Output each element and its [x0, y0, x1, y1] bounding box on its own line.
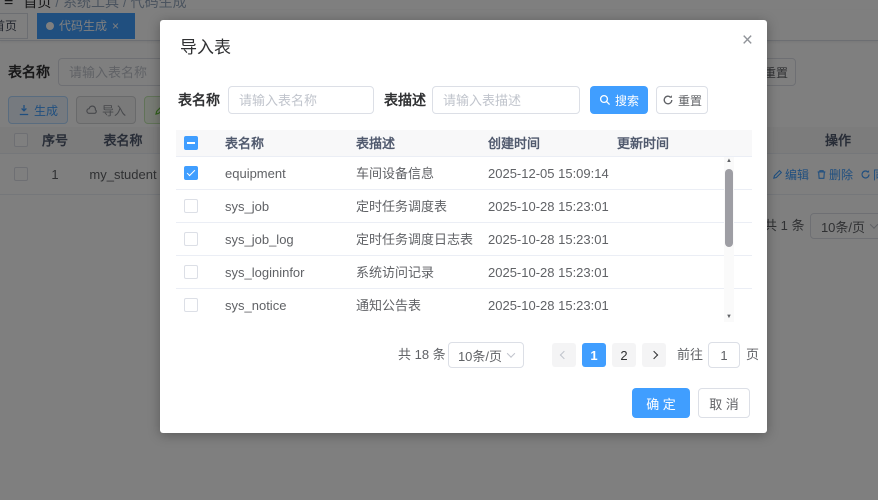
next-page-button[interactable]: [642, 343, 666, 367]
search-icon: [599, 94, 611, 106]
table-row[interactable]: sys_notice 通知公告表 2025-10-28 15:23:01: [176, 289, 752, 322]
goto-page-input[interactable]: [708, 342, 740, 368]
screen: ≡ 首页/系统工具/代码生成 首页 代码生成 × 表名称 重置 生成: [0, 0, 878, 500]
cell-created: 2025-12-05 15:09:14: [488, 166, 609, 181]
modal-table-name-input[interactable]: [228, 86, 374, 114]
goto-label: 前往: [677, 347, 704, 362]
page-size-select[interactable]: 10条/页: [448, 342, 524, 368]
search-label: 搜索: [614, 93, 639, 108]
dialog-title: 导入表: [180, 38, 231, 57]
cell-created: 2025-10-28 15:23:01: [488, 298, 609, 313]
cell-desc: 通知公告表: [356, 298, 422, 313]
modal-reset-label: 重置: [677, 93, 702, 108]
page-suffix-label: 页: [746, 347, 760, 362]
refresh-icon: [663, 94, 673, 105]
cell-created: 2025-10-28 15:23:01: [488, 199, 609, 214]
table-row[interactable]: equipment 车间设备信息 2025-12-05 15:09:14: [176, 157, 752, 190]
row-checkbox[interactable]: [184, 265, 198, 279]
header-name: 表名称: [225, 136, 265, 151]
scroll-up-icon[interactable]: ▲: [724, 157, 734, 166]
import-table-list: 表名称 表描述 创建时间 更新时间 equipment 车间设备信息 2025-…: [176, 130, 752, 322]
prev-page-button[interactable]: [552, 343, 576, 367]
modal-pagination: 共 18 条 10条/页 1 2 前往 页: [160, 342, 767, 368]
row-checkbox[interactable]: [184, 166, 198, 180]
confirm-button[interactable]: 确 定: [632, 388, 690, 418]
chevron-right-icon: [649, 350, 659, 360]
cell-name: equipment: [225, 166, 286, 181]
close-icon[interactable]: ×: [742, 28, 753, 55]
modal-table-name-label: 表名称: [178, 92, 220, 108]
row-checkbox[interactable]: [184, 199, 198, 213]
page-button-1[interactable]: 1: [582, 343, 606, 367]
row-checkbox[interactable]: [184, 232, 198, 246]
cell-desc: 定时任务调度日志表: [356, 232, 474, 247]
cell-name: sys_logininfor: [225, 265, 305, 280]
cell-desc: 定时任务调度表: [356, 199, 448, 214]
cell-created: 2025-10-28 15:23:01: [488, 232, 609, 247]
header-updated: 更新时间: [617, 136, 670, 151]
select-all-checkbox[interactable]: [184, 136, 198, 150]
modal-reset-button[interactable]: 重置: [656, 86, 708, 114]
cell-name: sys_job_log: [225, 232, 294, 247]
scroll-down-icon[interactable]: ▼: [724, 313, 734, 322]
cell-desc: 系统访问记录: [356, 265, 435, 280]
scrollbar-thumb[interactable]: [725, 169, 733, 247]
cell-created: 2025-10-28 15:23:01: [488, 265, 609, 280]
modal-table-desc-input[interactable]: [432, 86, 580, 114]
table-row[interactable]: sys_logininfor 系统访问记录 2025-10-28 15:23:0…: [176, 256, 752, 289]
header-created: 创建时间: [488, 136, 541, 151]
chevron-down-icon: [506, 349, 516, 358]
table-scrollbar[interactable]: ▲ ▼: [724, 157, 734, 322]
import-table-dialog: 导入表 × 表名称 表描述 搜索 重置 表名称 表描述 创建时间 更新时间 eq…: [160, 20, 767, 433]
cell-desc: 车间设备信息: [356, 166, 435, 181]
table-row[interactable]: sys_job 定时任务调度表 2025-10-28 15:23:01: [176, 190, 752, 223]
search-button[interactable]: 搜索: [590, 86, 648, 114]
header-desc: 表描述: [356, 136, 396, 151]
pagination-total: 共 18 条: [398, 347, 446, 362]
row-checkbox[interactable]: [184, 298, 198, 312]
cell-name: sys_notice: [225, 298, 287, 313]
modal-table-desc-label: 表描述: [384, 92, 426, 108]
table-row[interactable]: sys_job_log 定时任务调度日志表 2025-10-28 15:23:0…: [176, 223, 752, 256]
cell-name: sys_job: [225, 199, 270, 214]
page-button-2[interactable]: 2: [612, 343, 636, 367]
page-size-value: 10条/页: [457, 348, 503, 364]
chevron-left-icon: [559, 350, 569, 360]
modal-table-header: 表名称 表描述 创建时间 更新时间: [176, 130, 752, 157]
cancel-button[interactable]: 取 消: [698, 388, 750, 418]
